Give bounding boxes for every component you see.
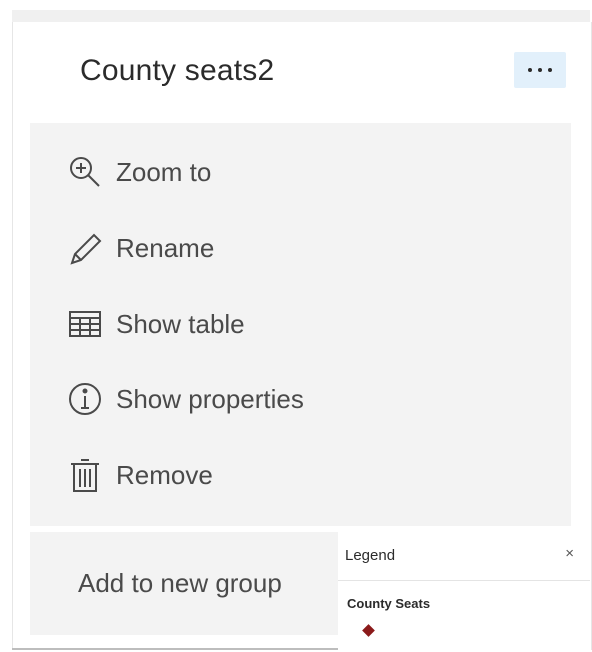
- menu-item-remove[interactable]: Remove: [66, 455, 213, 495]
- legend-panel: Legend × County Seats: [338, 532, 590, 652]
- ellipsis-dot: [548, 68, 552, 72]
- trash-icon: [66, 456, 104, 494]
- layer-title: County seats2: [80, 54, 275, 87]
- layer-actions-menu: Zoom to Rename Show table Show propertie…: [30, 123, 571, 526]
- menu-item-zoom-to[interactable]: Zoom to: [66, 152, 211, 192]
- menu-item-label: Zoom to: [116, 156, 212, 187]
- pencil-icon: [66, 229, 104, 267]
- menu-item-label: Rename: [116, 232, 215, 263]
- top-strip: [12, 10, 590, 22]
- close-icon[interactable]: ×: [565, 545, 574, 562]
- menu-item-label: Remove: [116, 459, 213, 490]
- menu-item-label: Show properties: [116, 383, 304, 414]
- ellipsis-icon: [528, 68, 532, 72]
- more-options-button[interactable]: [514, 52, 566, 88]
- diamond-marker-icon: [362, 624, 375, 637]
- menu-item-rename[interactable]: Rename: [66, 228, 214, 268]
- ellipsis-dot: [538, 68, 542, 72]
- legend-layer-name: County Seats: [347, 596, 431, 611]
- table-icon: [66, 305, 104, 343]
- menu-item-show-properties[interactable]: Show properties: [66, 379, 304, 419]
- add-to-new-group-button[interactable]: Add to new group: [30, 532, 340, 635]
- zoom-in-icon: [66, 153, 104, 191]
- legend-header: Legend ×: [338, 532, 590, 581]
- legend-title: Legend: [345, 547, 396, 564]
- info-icon: [66, 380, 104, 418]
- menu-item-show-table[interactable]: Show table: [66, 304, 245, 344]
- menu-item-label: Show table: [116, 308, 245, 339]
- divider: [12, 648, 338, 650]
- add-to-new-group-label: Add to new group: [78, 568, 282, 598]
